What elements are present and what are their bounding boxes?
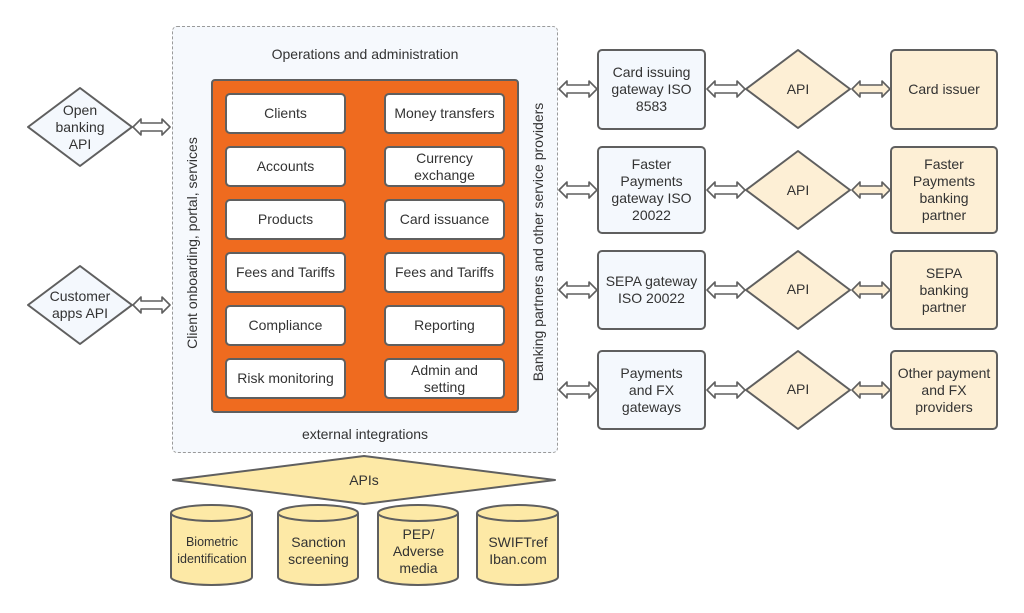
api-diamond-1 xyxy=(745,150,851,230)
module-reporting[interactable]: Reporting xyxy=(384,305,505,346)
arrow-api-partner-0 xyxy=(851,80,891,98)
arrow-api-partner-1 xyxy=(851,181,891,199)
partner-faster-payments[interactable]: Faster Payments banking partner xyxy=(890,146,998,234)
module-accounts[interactable]: Accounts xyxy=(225,146,346,187)
arrow-customer-apps xyxy=(132,296,171,314)
arrow-api-partner-2 xyxy=(851,281,891,299)
module-clients[interactable]: Clients xyxy=(225,93,346,134)
banking-partners-label: Banking partners and other service provi… xyxy=(530,102,546,382)
module-compliance[interactable]: Compliance xyxy=(225,305,346,346)
arrow-api-partner-3 xyxy=(851,381,891,399)
external-integrations-label: external integrations xyxy=(301,426,429,442)
module-currency-exchange[interactable]: Currency exchange xyxy=(384,146,505,187)
external-apis-diamond xyxy=(172,455,556,505)
service-biometric-identification[interactable]: Biometric identification xyxy=(171,518,253,584)
client-onboarding-label: Client onboarding, portal, services xyxy=(184,137,200,349)
partner-other-payment-fx[interactable]: Other payment and FX providers xyxy=(890,350,998,430)
module-fees-tariffs-right[interactable]: Fees and Tariffs xyxy=(384,252,505,293)
operations-label: Operations and administration xyxy=(271,46,459,62)
api-diamond-3 xyxy=(745,350,851,430)
service-sanction-screening[interactable]: Sanction screening xyxy=(278,518,359,584)
arrow-platform-gateway-3 xyxy=(558,381,598,399)
arrow-platform-gateway-2 xyxy=(558,281,598,299)
arrow-open-banking xyxy=(132,118,171,136)
service-pep-adverse-media[interactable]: PEP/ Adverse media xyxy=(378,518,459,584)
module-admin-setting[interactable]: Admin and setting xyxy=(384,358,505,399)
open-banking-diamond xyxy=(27,87,133,167)
partner-card-issuer[interactable]: Card issuer xyxy=(890,49,998,130)
module-money-transfers[interactable]: Money transfers xyxy=(384,93,505,134)
gateway-card-issuing[interactable]: Card issuing gateway ISO 8583 xyxy=(597,49,706,130)
module-fees-tariffs-left[interactable]: Fees and Tariffs xyxy=(225,252,346,293)
arrow-gateway-api-2 xyxy=(706,281,746,299)
api-diamond-2 xyxy=(745,250,851,330)
arrow-platform-gateway-1 xyxy=(558,181,598,199)
gateway-payments-fx[interactable]: Payments and FX gateways xyxy=(597,350,706,430)
partner-sepa[interactable]: SEPA banking partner xyxy=(890,250,998,330)
gateway-sepa[interactable]: SEPA gateway ISO 20022 xyxy=(597,250,706,330)
module-card-issuance[interactable]: Card issuance xyxy=(384,199,505,240)
service-swiftref-iban[interactable]: SWIFTref Iban.com xyxy=(477,518,559,584)
module-products[interactable]: Products xyxy=(225,199,346,240)
api-diamond-0 xyxy=(745,49,851,129)
module-risk-monitoring[interactable]: Risk monitoring xyxy=(225,358,346,399)
arrow-gateway-api-3 xyxy=(706,381,746,399)
arrow-gateway-api-1 xyxy=(706,181,746,199)
customer-apps-diamond xyxy=(27,265,133,345)
arrow-platform-gateway-0 xyxy=(558,80,598,98)
arrow-gateway-api-0 xyxy=(706,80,746,98)
gateway-faster-payments[interactable]: Faster Payments gateway ISO 20022 xyxy=(597,146,706,234)
